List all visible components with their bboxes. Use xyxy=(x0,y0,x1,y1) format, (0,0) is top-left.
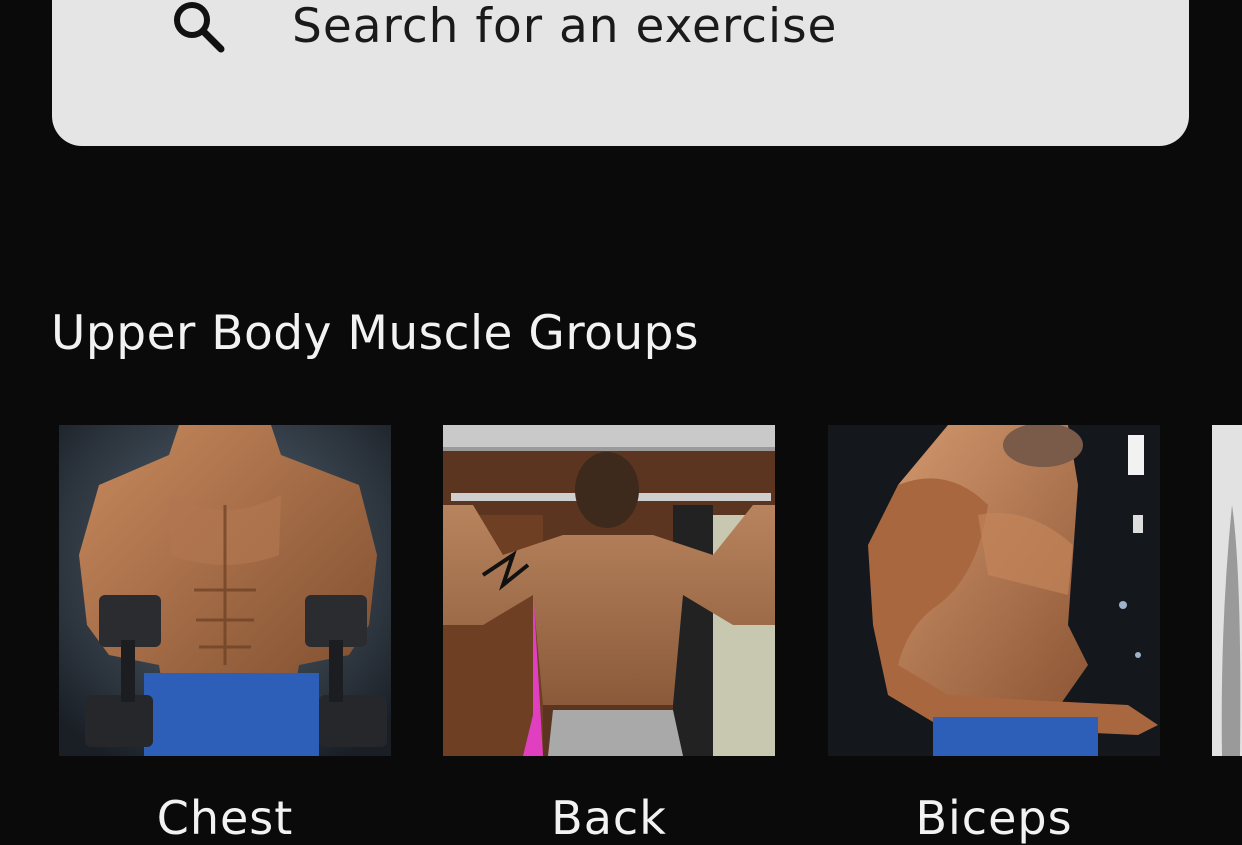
biceps-image[interactable] xyxy=(828,425,1160,756)
muscle-card-label: Back xyxy=(551,791,667,845)
muscle-card-label: Chest xyxy=(156,791,294,845)
search-icon xyxy=(166,0,228,54)
section-title: Upper Body Muscle Groups xyxy=(51,306,699,361)
muscle-card-biceps[interactable]: Biceps xyxy=(828,425,1160,845)
muscle-card-back[interactable]: Back xyxy=(443,425,775,845)
search-bar[interactable] xyxy=(52,0,1189,146)
back-image[interactable] xyxy=(443,425,775,756)
muscle-card-label: Biceps xyxy=(915,791,1073,845)
chest-image[interactable] xyxy=(59,425,391,756)
muscle-card-next-peek[interactable] xyxy=(1212,425,1242,756)
search-input[interactable] xyxy=(292,0,1092,56)
muscle-card-chest[interactable]: Chest xyxy=(59,425,391,845)
